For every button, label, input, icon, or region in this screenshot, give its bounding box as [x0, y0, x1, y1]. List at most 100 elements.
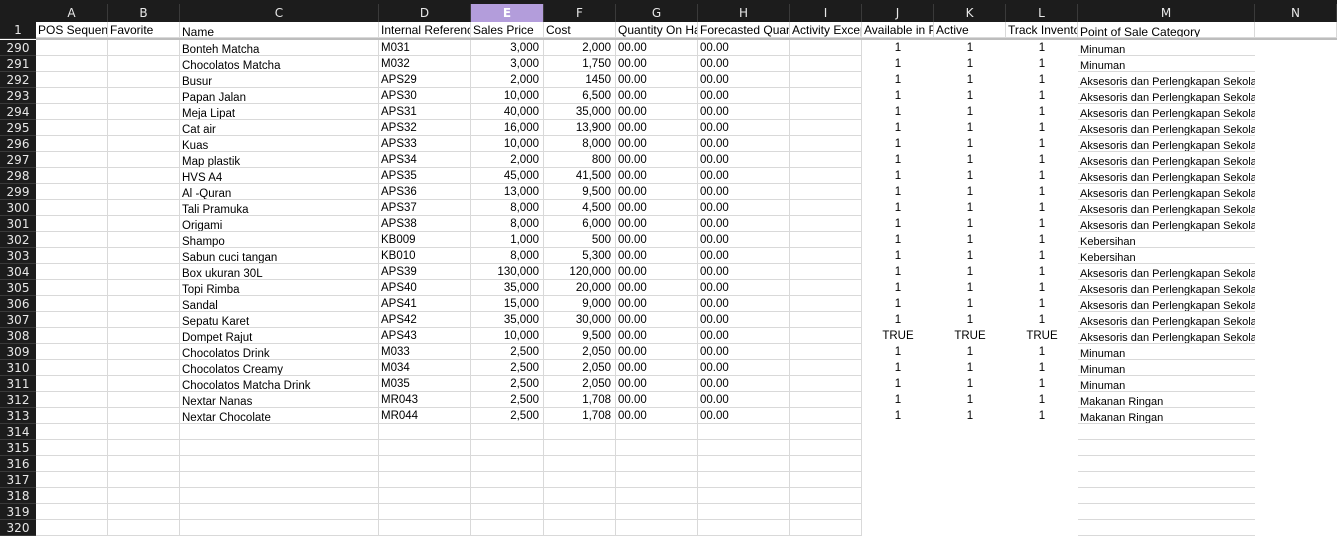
cell-f[interactable] — [544, 472, 616, 488]
cell-e[interactable]: 8,000 — [471, 248, 544, 264]
cell-a[interactable] — [36, 72, 108, 88]
cell-l[interactable]: 1 — [1006, 280, 1078, 296]
cell-m[interactable]: Aksesoris dan Perlengkapan Sekolah — [1078, 104, 1255, 120]
row-header[interactable]: 302 — [0, 232, 36, 248]
cell-g[interactable]: 00.00 — [616, 168, 698, 184]
cell-d[interactable]: APS32 — [379, 120, 471, 136]
cell-i[interactable] — [790, 456, 862, 472]
row-header[interactable]: 290 — [0, 40, 36, 56]
cell-c[interactable]: Chocolatos Drink — [180, 344, 379, 360]
cell-i[interactable] — [790, 472, 862, 488]
cell-a[interactable] — [36, 360, 108, 376]
cell-j[interactable]: 1 — [862, 376, 934, 392]
cell-c[interactable]: Busur — [180, 72, 379, 88]
cell-c[interactable]: Al -Quran — [180, 184, 379, 200]
cell-e[interactable] — [471, 424, 544, 440]
cell-n[interactable] — [1255, 488, 1337, 504]
cell-m[interactable]: Kebersihan — [1078, 248, 1255, 264]
row-header[interactable]: 315 — [0, 440, 36, 456]
cell-d[interactable] — [379, 424, 471, 440]
cell-l[interactable]: 1 — [1006, 40, 1078, 56]
cell-g[interactable]: 00.00 — [616, 72, 698, 88]
cell-b[interactable] — [108, 136, 180, 152]
cell-e[interactable]: 16,000 — [471, 120, 544, 136]
header-cell-j[interactable]: Available in POS — [862, 22, 934, 38]
cell-b[interactable] — [108, 56, 180, 72]
cell-g[interactable] — [616, 488, 698, 504]
cell-k[interactable] — [934, 472, 1006, 488]
row-header[interactable]: 308 — [0, 328, 36, 344]
cell-e[interactable]: 8,000 — [471, 200, 544, 216]
cell-i[interactable] — [790, 184, 862, 200]
cell-c[interactable]: Nextar Nanas — [180, 392, 379, 408]
cell-i[interactable] — [790, 280, 862, 296]
cell-i[interactable] — [790, 392, 862, 408]
cell-f[interactable]: 1,708 — [544, 392, 616, 408]
cell-m[interactable]: Aksesoris dan Perlengkapan Sekolah — [1078, 88, 1255, 104]
cell-l[interactable]: 1 — [1006, 232, 1078, 248]
cell-d[interactable]: APS38 — [379, 216, 471, 232]
column-header-e[interactable]: E — [471, 4, 544, 22]
cell-f[interactable] — [544, 504, 616, 520]
cell-b[interactable] — [108, 312, 180, 328]
cell-m[interactable]: Aksesoris dan Perlengkapan Sekolah — [1078, 296, 1255, 312]
cell-f[interactable] — [544, 456, 616, 472]
cell-l[interactable]: 1 — [1006, 168, 1078, 184]
cell-h[interactable]: 00.00 — [698, 376, 790, 392]
cell-h[interactable] — [698, 424, 790, 440]
cell-n[interactable] — [1255, 216, 1337, 232]
cell-b[interactable] — [108, 520, 180, 536]
cell-b[interactable] — [108, 232, 180, 248]
cell-d[interactable]: MR043 — [379, 392, 471, 408]
cell-f[interactable]: 120,000 — [544, 264, 616, 280]
cell-n[interactable] — [1255, 120, 1337, 136]
cell-l[interactable]: 1 — [1006, 360, 1078, 376]
cell-b[interactable] — [108, 504, 180, 520]
cell-k[interactable]: 1 — [934, 72, 1006, 88]
cell-g[interactable]: 00.00 — [616, 280, 698, 296]
cell-n[interactable] — [1255, 264, 1337, 280]
cell-a[interactable] — [36, 424, 108, 440]
cell-d[interactable]: M035 — [379, 376, 471, 392]
cell-c[interactable] — [180, 456, 379, 472]
cell-c[interactable]: Chocolatos Matcha — [180, 56, 379, 72]
cell-e[interactable]: 45,000 — [471, 168, 544, 184]
cell-n[interactable] — [1255, 456, 1337, 472]
cell-e[interactable]: 10,000 — [471, 88, 544, 104]
cell-a[interactable] — [36, 488, 108, 504]
cell-g[interactable]: 00.00 — [616, 264, 698, 280]
cell-m[interactable]: Aksesoris dan Perlengkapan Sekolah — [1078, 264, 1255, 280]
cell-h[interactable]: 00.00 — [698, 360, 790, 376]
cell-h[interactable] — [698, 520, 790, 536]
cell-d[interactable]: APS30 — [379, 88, 471, 104]
cell-h[interactable]: 00.00 — [698, 232, 790, 248]
row-header[interactable]: 304 — [0, 264, 36, 280]
cell-k[interactable]: 1 — [934, 232, 1006, 248]
cell-m[interactable]: Aksesoris dan Perlengkapan Sekolah — [1078, 120, 1255, 136]
cell-m[interactable] — [1078, 440, 1255, 456]
cell-f[interactable]: 2,000 — [544, 40, 616, 56]
cell-m[interactable]: Makanan Ringan — [1078, 408, 1255, 424]
cell-l[interactable] — [1006, 472, 1078, 488]
cell-k[interactable]: 1 — [934, 312, 1006, 328]
cell-h[interactable]: 00.00 — [698, 328, 790, 344]
cell-h[interactable]: 00.00 — [698, 40, 790, 56]
cell-b[interactable] — [108, 72, 180, 88]
cell-g[interactable]: 00.00 — [616, 120, 698, 136]
cell-d[interactable]: APS41 — [379, 296, 471, 312]
cell-k[interactable]: 1 — [934, 392, 1006, 408]
cell-j[interactable] — [862, 504, 934, 520]
cell-n[interactable] — [1255, 360, 1337, 376]
cell-i[interactable] — [790, 168, 862, 184]
cell-i[interactable] — [790, 264, 862, 280]
cell-m[interactable]: Minuman — [1078, 56, 1255, 72]
cell-h[interactable] — [698, 456, 790, 472]
cell-d[interactable]: APS37 — [379, 200, 471, 216]
cell-g[interactable]: 00.00 — [616, 408, 698, 424]
column-header-c[interactable]: C — [180, 4, 379, 22]
cell-m[interactable]: Aksesoris dan Perlengkapan Sekolah — [1078, 280, 1255, 296]
cell-k[interactable] — [934, 504, 1006, 520]
cell-l[interactable]: 1 — [1006, 184, 1078, 200]
header-cell-e[interactable]: Sales Price — [471, 22, 544, 38]
cell-n[interactable] — [1255, 40, 1337, 56]
